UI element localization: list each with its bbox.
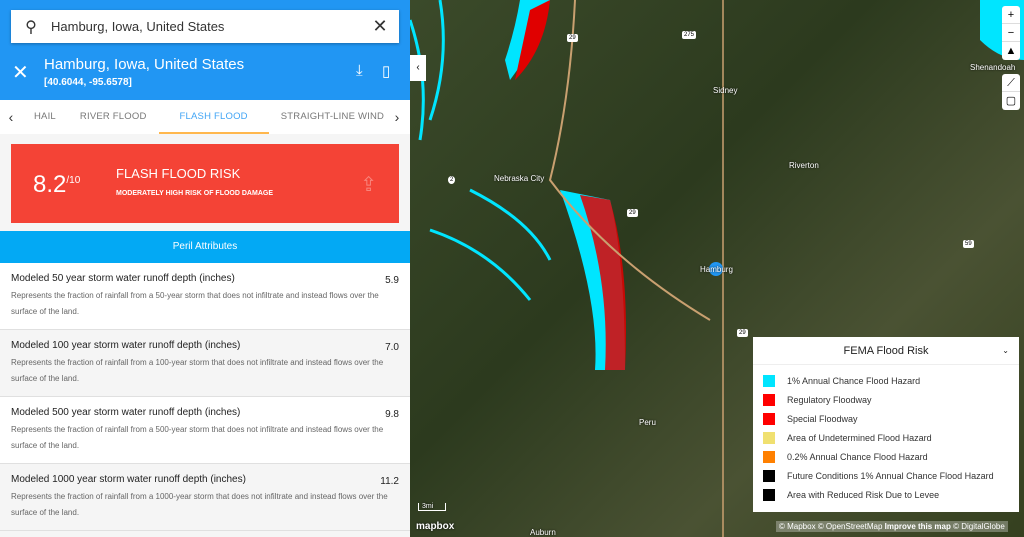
legend-title: FEMA Flood Risk [843, 345, 929, 357]
attribute-row: Modeled 1000 year storm water runoff dep… [0, 464, 410, 531]
attribute-value: 9.8 [385, 409, 399, 420]
peril-tabs: ‹ HAIL RIVER FLOOD FLASH FLOOD STRAIGHT-… [0, 100, 410, 134]
location-coords: [40.6044, -95.6578] [44, 77, 132, 88]
legend-panel: FEMA Flood Risk ⌄ 1% Annual Chance Flood … [753, 337, 1019, 512]
attribute-desc: Represents the fraction of rainfall from… [11, 358, 384, 383]
attribute-name: Modeled 50 year storm water runoff depth… [11, 273, 235, 284]
search-icon: ⚲ [25, 18, 37, 36]
search-bar: ⚲ ✕ [11, 10, 399, 43]
compass-button[interactable]: ▲ [1002, 42, 1020, 60]
place-label: Sidney [713, 86, 738, 95]
download-icon[interactable]: ⤓ [356, 62, 363, 79]
attribute-desc: Represents the fraction of rainfall from… [11, 425, 384, 450]
scale-bar: 3mi [418, 503, 447, 511]
location-title: Hamburg, Iowa, United States [44, 56, 245, 73]
legend-swatch [763, 450, 775, 463]
risk-subtitle: MODERATELY HIGH RISK OF FLOOD DAMAGE [116, 190, 273, 197]
collapse-panel-button[interactable]: ‹ [410, 55, 426, 81]
attribute-desc: Represents the fraction of rainfall from… [11, 291, 379, 316]
attribute-name: Modeled 100 year storm water runoff dept… [11, 340, 241, 351]
place-label: Auburn [530, 528, 556, 537]
draw-line-button[interactable]: ⟋ [1002, 74, 1020, 92]
legend-swatch [763, 431, 775, 444]
highway-shield: 29 [627, 209, 638, 217]
zoom-in-button[interactable]: + [1002, 6, 1020, 24]
search-input[interactable] [51, 19, 361, 34]
tab-river-flood[interactable]: RIVER FLOOD [68, 100, 159, 134]
side-panel: ⚲ ✕ ✕ Hamburg, Iowa, United States [40.6… [0, 0, 410, 537]
legend-item: Future Conditions 1% Annual Chance Flood… [753, 466, 1019, 485]
risk-score: 8.2/10 [33, 171, 80, 199]
place-label: Riverton [789, 161, 819, 170]
legend-item: Special Floodway [753, 409, 1019, 428]
legend-item: 0.2% Annual Chance Flood Hazard [753, 447, 1019, 466]
attribute-row: Modeled 50 year storm water runoff depth… [0, 263, 410, 330]
legend-item: 1% Annual Chance Flood Hazard [753, 371, 1019, 390]
legend-label: 0.2% Annual Chance Flood Hazard [787, 451, 928, 462]
attribution-osm[interactable]: © OpenStreetMap [818, 522, 883, 531]
attribute-list: Modeled 50 year storm water runoff depth… [0, 263, 410, 531]
map-icon[interactable]: ▯ [382, 62, 390, 80]
legend-label: 1% Annual Chance Flood Hazard [787, 375, 921, 386]
risk-score-value: 8.2 [33, 171, 67, 198]
attribute-row: Modeled 100 year storm water runoff dept… [0, 330, 410, 397]
legend-item: Area with Reduced Risk Due to Levee [753, 485, 1019, 504]
legend-label: Area of Undetermined Flood Hazard [787, 432, 932, 443]
mapbox-logo: mapbox [416, 521, 455, 532]
risk-card: 8.2/10 FLASH FLOOD RISK MODERATELY HIGH … [11, 144, 399, 223]
legend-swatch [763, 393, 775, 406]
tab-hail[interactable]: HAIL [22, 100, 68, 134]
location-header: ✕ Hamburg, Iowa, United States [40.6044,… [0, 52, 410, 96]
attribute-desc: Represents the fraction of rainfall from… [11, 492, 388, 517]
clear-search-icon[interactable]: ✕ [361, 16, 399, 37]
draw-polygon-button[interactable]: ▢ [1002, 92, 1020, 110]
legend-label: Area with Reduced Risk Due to Levee [787, 489, 940, 500]
tab-flash-flood[interactable]: FLASH FLOOD [158, 100, 269, 134]
legend-label: Special Floodway [787, 413, 858, 424]
place-label: Hamburg [700, 265, 733, 274]
highway-shield: 275 [682, 31, 697, 39]
legend-label: Regulatory Floodway [787, 394, 872, 405]
legend-header[interactable]: FEMA Flood Risk ⌄ [753, 337, 1019, 365]
place-label: Nebraska City [494, 174, 545, 183]
attribute-value: 7.0 [385, 342, 399, 353]
zoom-out-button[interactable]: − [1002, 24, 1020, 42]
flood-icon: ⇪ [360, 174, 377, 196]
tabs-left-icon[interactable]: ‹ [0, 109, 22, 125]
legend-swatch [763, 412, 775, 425]
attribute-value: 5.9 [385, 275, 399, 286]
zoom-controls: + − ▲ [1002, 6, 1020, 60]
close-icon[interactable]: ✕ [12, 60, 29, 85]
attribute-row: Modeled 500 year storm water runoff dept… [0, 397, 410, 464]
chevron-down-icon[interactable]: ⌄ [1002, 337, 1009, 365]
highway-shield: 59 [963, 240, 974, 248]
attribute-value: 11.2 [380, 476, 399, 487]
peril-attributes-header: Peril Attributes [0, 231, 410, 263]
tab-straight-line-wind[interactable]: STRAIGHT-LINE WIND [269, 100, 396, 134]
draw-controls: ⟋ ▢ [1002, 74, 1020, 110]
legend-label: Future Conditions 1% Annual Chance Flood… [787, 470, 994, 481]
risk-title: FLASH FLOOD RISK [116, 166, 241, 181]
legend-item: Regulatory Floodway [753, 390, 1019, 409]
attribution-digitalglobe[interactable]: © DigitalGlobe [953, 522, 1005, 531]
map-attribution: © Mapbox © OpenStreetMap Improve this ma… [776, 521, 1008, 532]
improve-map-link[interactable]: Improve this map [885, 522, 951, 531]
attribute-name: Modeled 500 year storm water runoff dept… [11, 407, 241, 418]
header: ⚲ ✕ ✕ Hamburg, Iowa, United States [40.6… [0, 0, 410, 100]
legend-swatch [763, 374, 775, 387]
place-label: Peru [639, 418, 656, 427]
legend-swatch [763, 469, 775, 482]
highway-shield: 29 [567, 34, 578, 42]
legend-swatch [763, 488, 775, 501]
attribution-mapbox[interactable]: © Mapbox [779, 522, 816, 531]
attribute-name: Modeled 1000 year storm water runoff dep… [11, 474, 246, 485]
risk-score-max: /10 [66, 175, 81, 186]
tabs-right-icon[interactable]: › [386, 109, 408, 125]
legend-item: Area of Undetermined Flood Hazard [753, 428, 1019, 447]
place-label: Shenandoah [970, 63, 1016, 72]
highway-shield: 29 [737, 329, 748, 337]
highway [548, 0, 711, 321]
